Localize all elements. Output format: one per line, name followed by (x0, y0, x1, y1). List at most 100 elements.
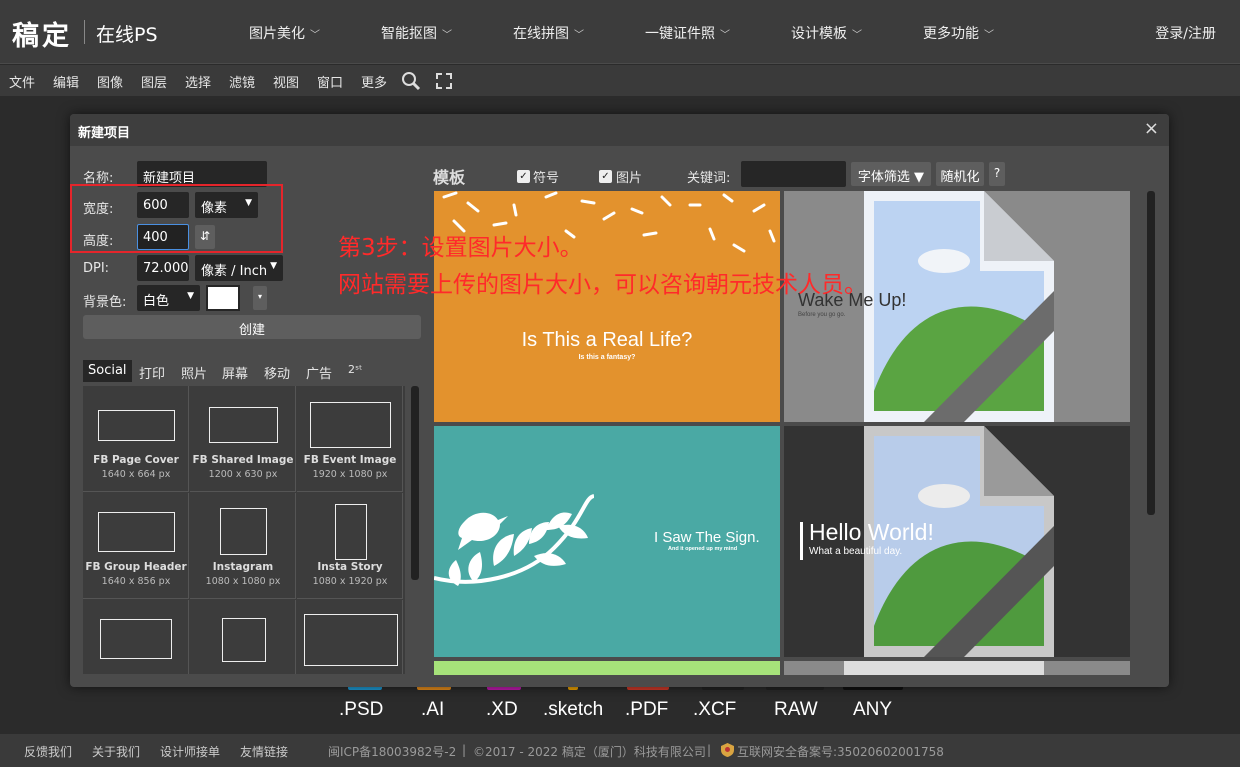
dialog-header: 新建项目 × (70, 114, 1169, 146)
preset-shape (209, 407, 278, 443)
color-dropdown-button[interactable]: ▾ (253, 286, 267, 310)
preset-insta-story[interactable]: Insta Story 1080 x 1920 px (297, 493, 403, 599)
footer-friend-links[interactable]: 友情链接 (240, 743, 288, 760)
format-label-xcf: .XCF (693, 699, 737, 720)
format-label-xd: .XD (486, 699, 518, 720)
dpi-unit-select[interactable]: 像素 / Inch ▼ (195, 255, 283, 281)
footer: 反馈我们 关于我们 设计师接单 友情链接 闽ICP备18003982号-2 | … (0, 734, 1240, 767)
chevron-down-icon: ▼ (187, 291, 194, 301)
tab-second[interactable]: 2ˢᵗ (343, 360, 367, 382)
template-subtitle: And it opened up my mind (668, 546, 738, 552)
menu-filter[interactable]: 滤镜 (229, 72, 255, 91)
templates-title: 模板 (433, 168, 466, 187)
tab-screen[interactable]: 屏幕 (217, 360, 253, 382)
logo-subtitle[interactable]: 在线PS (96, 20, 158, 47)
keyword-input[interactable] (741, 161, 846, 187)
preset-fb-group-header[interactable]: FB Group Header 1640 x 856 px (83, 493, 189, 599)
templates-scrollbar[interactable] (1147, 191, 1155, 515)
tab-ads[interactable]: 广告 (301, 360, 337, 382)
help-button[interactable]: ? (989, 162, 1005, 186)
menu-edit[interactable]: 编辑 (53, 72, 79, 91)
checkbox-image-label: 图片 (616, 171, 643, 186)
template-wake-me-up[interactable]: Wake Me Up! Before you go go. (784, 191, 1130, 422)
template-title: Hello World! (809, 519, 934, 545)
checkbox-symbol[interactable]: ✓ (517, 170, 530, 183)
footer-icp[interactable]: 闽ICP备18003982号-2 (328, 743, 456, 760)
highlight-box (70, 184, 283, 253)
chevron-down-icon: ﹀ (852, 30, 862, 41)
tab-print[interactable]: 打印 (134, 360, 170, 382)
template-subtitle: Is this a fantasy? (578, 354, 636, 361)
preset-item[interactable] (83, 600, 189, 674)
chevron-down-icon: ▼ (270, 261, 277, 271)
menu-file[interactable]: 文件 (9, 72, 35, 91)
annotation-note: 网站需要上传的图片大小，可以咨询朝元技术人员。 (338, 272, 867, 298)
preset-fb-shared-image[interactable]: FB Shared Image 1200 x 630 px (190, 386, 296, 492)
template-hello-world[interactable]: Hello World! What a beautiful day. (784, 426, 1130, 657)
menu-view[interactable]: 视图 (273, 72, 299, 91)
preset-shape (220, 508, 267, 555)
nav-smart-cutout[interactable]: 智能抠图 ﹀ (381, 23, 452, 43)
tab-social[interactable]: Social (83, 360, 132, 382)
keyword-label: 关键词: (687, 171, 731, 186)
background-color-swatch[interactable] (206, 285, 240, 311)
nav-more-features[interactable]: 更多功能 ﹀ (923, 23, 994, 43)
preset-shape (98, 512, 175, 552)
dpi-input[interactable]: 72.000 (137, 255, 189, 281)
tab-mobile[interactable]: 移动 (259, 360, 295, 382)
tab-photo[interactable]: 照片 (176, 360, 212, 382)
template-real-life[interactable]: Is This a Real Life? Is this a fantasy? (434, 191, 780, 422)
annotation-step: 第3步：设置图片大小。 (338, 235, 583, 261)
background-select[interactable]: 白色 ▼ (137, 285, 200, 311)
background-label: 背景色: (83, 295, 127, 310)
preset-fb-event-image[interactable]: FB Event Image 1920 x 1080 px (297, 386, 403, 492)
format-label-pdf: .PDF (625, 699, 669, 720)
new-project-dialog: 新建项目 × 名称: 新建项目 宽度: 600 像素 ▼ 高度: 400 ⇵ DP… (70, 114, 1169, 687)
checkbox-image[interactable]: ✓ (599, 170, 612, 183)
footer-designer[interactable]: 设计师接单 (160, 743, 220, 760)
nav-design-templates[interactable]: 设计模板 ﹀ (791, 23, 862, 43)
template-item[interactable] (784, 661, 1130, 675)
preset-scrollbar[interactable] (411, 386, 419, 580)
bird-branch-icon (434, 494, 594, 586)
nav-image-beautify[interactable]: 图片美化 ﹀ (249, 23, 320, 43)
fullscreen-icon[interactable] (434, 71, 454, 91)
font-filter-button[interactable]: 字体筛选 ▼ (851, 162, 931, 186)
format-label-sketch: .sketch (543, 699, 604, 720)
close-icon[interactable]: × (1144, 118, 1159, 139)
preset-shape (310, 402, 391, 448)
preset-item[interactable] (297, 600, 403, 674)
logo-divider (84, 20, 85, 44)
menu-window[interactable]: 窗口 (317, 72, 343, 91)
menu-image[interactable]: 图像 (97, 72, 123, 91)
create-button[interactable]: 创建 (83, 315, 421, 339)
footer-feedback[interactable]: 反馈我们 (24, 743, 72, 760)
menu-select[interactable]: 选择 (185, 72, 211, 91)
template-subtitle: What a beautiful day. (809, 546, 903, 557)
dpi-label: DPI: (83, 261, 110, 276)
format-label-raw: RAW (774, 699, 818, 720)
image-placeholder-icon (844, 661, 1044, 675)
search-icon[interactable] (401, 71, 421, 91)
format-label-any: ANY (853, 699, 893, 720)
footer-about[interactable]: 关于我们 (92, 743, 140, 760)
menu-layer[interactable]: 图层 (141, 72, 167, 91)
preset-fb-page-cover[interactable]: FB Page Cover 1640 x 664 px (83, 386, 189, 492)
login-register-link[interactable]: 登录/注册 (1155, 23, 1216, 43)
template-saw-the-sign[interactable]: I Saw The Sign. And it opened up my mind (434, 426, 780, 657)
template-item[interactable] (434, 661, 780, 675)
nav-id-photo[interactable]: 一键证件照 ﹀ (645, 23, 730, 43)
editor-menubar: 文件 编辑 图像 图层 选择 滤镜 视图 窗口 更多 (0, 65, 1240, 96)
randomize-button[interactable]: 随机化 (936, 162, 984, 186)
logo[interactable]: 稿定 (12, 14, 72, 53)
nav-online-collage[interactable]: 在线拼图 ﹀ (513, 23, 584, 43)
chevron-down-icon: ﹀ (574, 30, 584, 41)
accent-bar (800, 522, 803, 560)
preset-item[interactable] (190, 600, 296, 674)
template-subtitle: Before you go go. (798, 312, 846, 318)
footer-copyright: ©2017 - 2022 稿定（厦门）科技有限公司 (473, 745, 706, 759)
footer-security[interactable]: 互联网安全备案号:35020602001758 (737, 743, 944, 760)
preset-shape (304, 614, 398, 666)
menu-more[interactable]: 更多 (361, 72, 387, 91)
preset-instagram[interactable]: Instagram 1080 x 1080 px (190, 493, 296, 599)
